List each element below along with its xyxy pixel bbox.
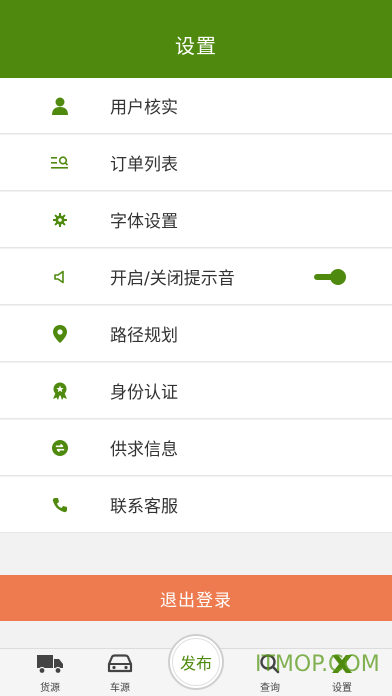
settings-item-order-list[interactable]: 订单列表 bbox=[0, 135, 392, 191]
watermark: ITMOP.COM bbox=[255, 652, 380, 677]
phone-icon bbox=[50, 495, 70, 515]
settings-item-label: 字体设置 bbox=[110, 212, 178, 232]
tab-label: 设置 bbox=[332, 683, 352, 694]
settings-item-identity[interactable]: 身份认证 bbox=[0, 363, 392, 419]
gear-icon bbox=[50, 210, 70, 230]
settings-item-user-verify[interactable]: 用户核实 bbox=[0, 78, 392, 134]
truck-icon bbox=[36, 651, 64, 677]
location-pin-icon bbox=[50, 324, 70, 344]
user-icon bbox=[50, 96, 70, 116]
tab-label: 货源 bbox=[40, 683, 60, 694]
settings-item-label: 身份认证 bbox=[110, 383, 178, 403]
sound-toggle[interactable] bbox=[314, 269, 346, 285]
tab-label: 查询 bbox=[260, 683, 280, 694]
settings-item-route[interactable]: 路径规划 bbox=[0, 306, 392, 362]
settings-item-label: 用户核实 bbox=[110, 98, 178, 118]
settings-item-supply-demand[interactable]: 供求信息 bbox=[0, 420, 392, 476]
publish-button[interactable]: 发布 bbox=[168, 634, 224, 690]
settings-item-font[interactable]: 字体设置 bbox=[0, 192, 392, 248]
settings-item-label: 联系客服 bbox=[110, 497, 178, 517]
settings-item-customer-service[interactable]: 联系客服 bbox=[0, 477, 392, 533]
badge-icon bbox=[50, 381, 70, 401]
settings-item-label: 开启/关闭提示音 bbox=[110, 269, 235, 289]
settings-item-label: 供求信息 bbox=[110, 440, 178, 460]
settings-item-label: 订单列表 bbox=[110, 155, 178, 175]
header-bar: 设置 bbox=[0, 0, 392, 78]
exchange-icon bbox=[50, 438, 70, 458]
settings-item-label: 路径规划 bbox=[110, 326, 178, 346]
settings-list: 用户核实 订单列表 字体设置 开启/关闭提示音 路径规划 身份认证 供求信息 联… bbox=[0, 78, 392, 534]
status-bar bbox=[0, 0, 392, 18]
tab-label: 车源 bbox=[110, 683, 130, 694]
order-list-icon bbox=[50, 153, 70, 173]
page-title: 设置 bbox=[175, 34, 217, 58]
logout-button[interactable]: 退出登录 bbox=[0, 575, 392, 621]
publish-label: 发布 bbox=[172, 638, 220, 686]
tab-cargo[interactable]: 货源 bbox=[20, 651, 80, 696]
speaker-icon bbox=[50, 267, 70, 287]
toggle-knob bbox=[330, 269, 346, 285]
tab-vehicles[interactable]: 车源 bbox=[90, 651, 150, 696]
car-icon bbox=[106, 651, 134, 677]
settings-item-sound[interactable]: 开启/关闭提示音 bbox=[0, 249, 392, 305]
